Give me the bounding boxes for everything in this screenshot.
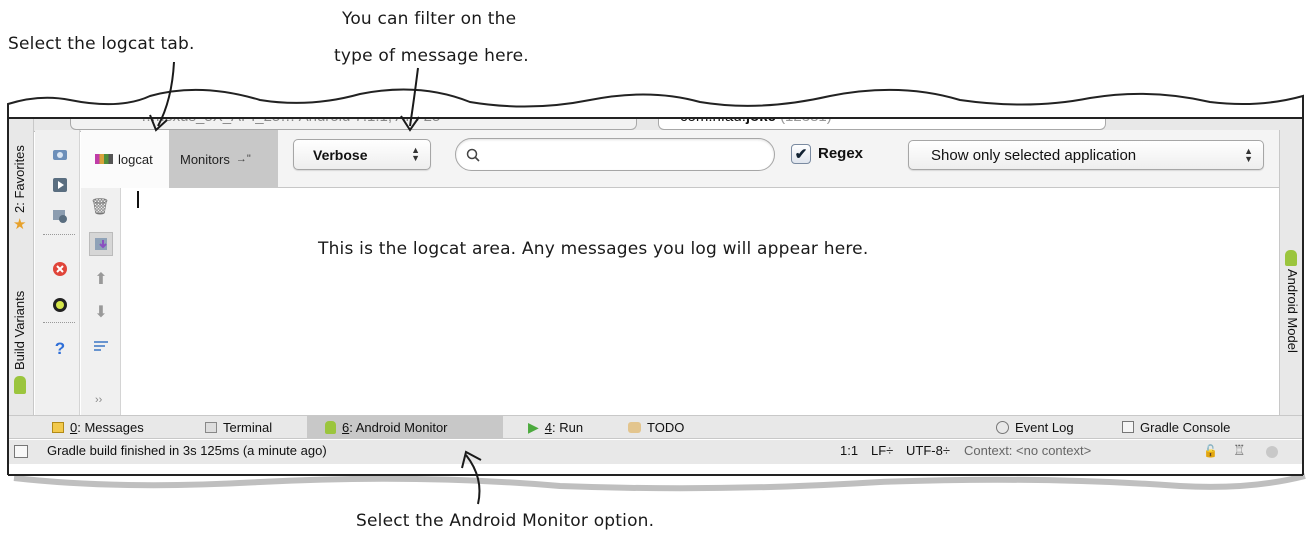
ide-window: …nexus_5X_API_25… Android 7.1.1, API 25 …	[8, 106, 1303, 475]
clear-logcat-icon[interactable]: 🗑	[90, 198, 110, 216]
android-model-tool-tab[interactable]: Android Model	[1285, 269, 1300, 353]
scroll-to-end-icon[interactable]	[89, 232, 113, 256]
messages-label: : Messages	[77, 419, 144, 435]
build-variants-tool-tab[interactable]: Build Variants	[12, 291, 27, 370]
strip-divider-2	[43, 322, 75, 323]
app-filter-value: Show only selected application	[931, 146, 1137, 164]
regex-checkbox[interactable]: ✔	[791, 144, 811, 164]
log-level-value: Verbose	[313, 146, 368, 163]
event-log-icon	[996, 420, 1009, 434]
search-input[interactable]	[455, 138, 775, 171]
logcat-icon	[95, 154, 113, 164]
run-tool-tab[interactable]: ▶ 4: Run	[528, 416, 583, 438]
help-icon[interactable]: ?	[51, 339, 69, 358]
process-tab[interactable]: com.hfad.joke (12381)	[658, 106, 1106, 130]
inspector-icon[interactable]: ♖	[1233, 442, 1246, 459]
device-tab[interactable]: …nexus_5X_API_25… Android 7.1.1, API 25	[70, 106, 637, 130]
terminate-app-icon[interactable]	[51, 260, 69, 278]
text-caret	[137, 191, 139, 208]
memory-indicator-icon	[1266, 446, 1278, 458]
todo-icon	[628, 421, 641, 433]
app-filter-select[interactable]: Show only selected application ▲ ▼	[908, 140, 1264, 170]
android-monitor-icon	[325, 420, 336, 434]
event-log-tool-tab[interactable]: Event Log	[996, 416, 1074, 438]
favorites-tool-tab[interactable]: 2: Favorites	[12, 145, 27, 213]
star-icon: ★	[13, 216, 27, 233]
process-tab-app: joke	[745, 108, 776, 125]
bottom-tool-bar: 0: Messages Terminal 6: Android Monitor …	[8, 415, 1303, 439]
torn-bottom-shadow	[13, 473, 1306, 492]
lock-icon[interactable]: 🔓	[1203, 444, 1218, 458]
event-log-label: Event Log	[1015, 419, 1074, 435]
strip-divider	[43, 234, 75, 235]
hierarchy-viewer-icon[interactable]	[51, 296, 69, 314]
tab-logcat[interactable]: logcat	[81, 130, 169, 188]
terminal-icon	[205, 421, 217, 433]
log-level-select[interactable]: Verbose ▲ ▼	[293, 139, 431, 170]
select-arrows-icon: ▲ ▼	[411, 145, 420, 163]
filter-annotation-line2: type of message here.	[334, 46, 529, 66]
run-label: : Run	[552, 419, 584, 435]
line-separator-select[interactable]: LF÷	[871, 443, 893, 458]
android-icon	[14, 376, 26, 394]
system-info-icon[interactable]	[51, 207, 69, 225]
terminal-tool-tab[interactable]: Terminal	[205, 416, 272, 438]
gradle-console-tool-tab[interactable]: Gradle Console	[1122, 416, 1230, 438]
encoding-select[interactable]: UTF-8÷	[906, 443, 950, 458]
regex-label: Regex	[818, 145, 864, 162]
caret-position[interactable]: 1:1	[840, 443, 858, 458]
more-tools-icon[interactable]: ››	[95, 394, 102, 406]
messages-icon	[52, 421, 64, 433]
app-filter-arrows-icon: ▲ ▼	[1244, 146, 1253, 164]
record-video-icon[interactable]	[51, 176, 69, 194]
monitors-tab-label: Monitors	[180, 151, 230, 167]
gradle-console-label: Gradle Console	[1140, 419, 1231, 435]
messages-tool-tab[interactable]: 0: Messages	[52, 416, 144, 438]
down-arrow-icon[interactable]: ⬇	[92, 303, 110, 321]
up-arrow-icon[interactable]: ⬆	[92, 270, 110, 288]
todo-tool-tab[interactable]: TODO	[628, 416, 684, 438]
pin-icon: →"	[235, 153, 251, 165]
filter-annotation-line1: You can filter on the	[342, 9, 517, 29]
process-tab-package: com.hfad.	[680, 108, 746, 125]
status-message: Gradle build finished in 3s 125ms (a min…	[47, 443, 327, 458]
logcat-area-annotation: This is the logcat area. Any messages yo…	[318, 239, 869, 259]
soft-wrap-icon[interactable]	[92, 338, 110, 356]
logcat-output-area[interactable]	[122, 189, 1278, 415]
monitor-annotation: Select the Android Monitor option.	[356, 511, 655, 531]
todo-label: TODO	[647, 419, 685, 435]
search-icon	[466, 148, 480, 162]
gradle-console-icon	[1122, 421, 1134, 433]
logcat-tab-label: logcat	[118, 151, 153, 167]
android-monitor-label: : Android Monitor	[349, 419, 448, 435]
tab-monitors[interactable]: Monitors →"	[169, 130, 278, 188]
terminal-label: Terminal	[223, 419, 273, 435]
screenshot-icon[interactable]	[51, 145, 69, 163]
run-icon: ▶	[528, 418, 539, 435]
device-tab-label: …nexus_5X_API_25… Android 7.1.1, API 25	[141, 108, 441, 125]
android-monitor-tool-tab[interactable]: 6: Android Monitor	[307, 416, 503, 438]
status-bar: Gradle build finished in 3s 125ms (a min…	[8, 440, 1303, 464]
android-model-icon	[1285, 250, 1297, 266]
run-shortcut: 4	[544, 419, 553, 435]
tool-window-toggle-icon[interactable]	[14, 445, 28, 458]
logcat-tab-annotation: Select the logcat tab.	[8, 34, 195, 54]
context-indicator: Context: <no context>	[964, 443, 1092, 458]
process-tab-pid: (12381)	[780, 108, 832, 125]
